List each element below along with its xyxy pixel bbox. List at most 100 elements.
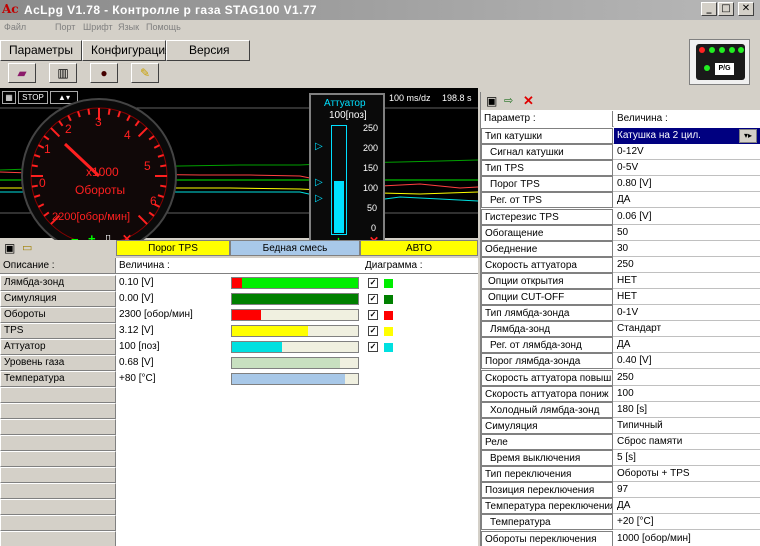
- sensor-value: 3.12 [V]: [116, 323, 230, 339]
- param-row[interactable]: Позиция переключения 97: [481, 482, 760, 499]
- table-row: Уровень газа 0.68 [V]: [0, 355, 478, 371]
- param-name: Обеднение: [481, 240, 613, 257]
- tach-readout: 2200[обор/мин]: [52, 211, 131, 223]
- param-name: Температура переключения: [481, 498, 613, 515]
- param-value: 50: [617, 226, 629, 238]
- sensor-level-bar: [231, 325, 359, 337]
- bar-fill: [232, 358, 341, 368]
- param-row[interactable]: Порог TPS 0.80 [V]: [481, 176, 760, 193]
- menu-language[interactable]: Язык: [118, 22, 139, 32]
- param-value: +20 [°C]: [617, 516, 654, 528]
- param-row[interactable]: Тип TPS 0-5V: [481, 160, 760, 177]
- save-icon[interactable]: ▣: [4, 241, 15, 255]
- param-row[interactable]: Реле Сброс памяти: [481, 433, 760, 450]
- open-folder-icon[interactable]: ▭: [22, 241, 32, 254]
- diagram-checkbox[interactable]: ✓: [368, 342, 378, 352]
- param-row[interactable]: Скорость аттуатора 250: [481, 256, 760, 273]
- diagram-checkbox[interactable]: ✓: [368, 326, 378, 336]
- bar-fill: [232, 342, 283, 352]
- minimize-button[interactable]: _: [701, 2, 717, 16]
- open-icon[interactable]: ⇨: [504, 94, 513, 107]
- actuator-pointer-icon: ▷: [315, 141, 323, 152]
- param-row[interactable]: Гистерезис TPS 0.06 [V]: [481, 208, 760, 225]
- param-row[interactable]: Скорость аттуатора пониж 100: [481, 385, 760, 402]
- param-value: 97: [617, 484, 629, 496]
- param-value: 0.40 [V]: [617, 355, 652, 367]
- param-row[interactable]: Холодный лямбда-зонд 180 [s]: [481, 401, 760, 418]
- sensor-level-bar: [231, 341, 359, 353]
- param-value: 0-5V: [617, 162, 639, 174]
- param-row[interactable]: Тип переключения Обороты + TPS: [481, 466, 760, 483]
- actuator-pointer-icon: ▷: [315, 177, 323, 188]
- wand-button[interactable]: ✎: [131, 63, 159, 83]
- empty-row: [0, 435, 116, 451]
- param-row[interactable]: Рег. от лямбда-зонд ДА: [481, 337, 760, 354]
- param-value: 0.80 [V]: [617, 178, 652, 190]
- sensor-value: 0.10 [V]: [116, 275, 230, 291]
- book-button[interactable]: ▰: [8, 63, 36, 83]
- tach-tick-mark: [160, 164, 167, 168]
- tab-version[interactable]: Версия: [166, 40, 250, 61]
- chip-button[interactable]: ▥: [49, 63, 77, 83]
- param-row[interactable]: Обороты переключения 1000 [обор/мин]: [481, 530, 760, 546]
- menu-font[interactable]: Шрифт: [83, 22, 113, 32]
- series-color-swatch: [384, 295, 393, 304]
- sensor-value: +80 [°C]: [116, 371, 230, 387]
- actuator-tick: 50: [367, 203, 378, 213]
- record-button[interactable]: ●: [90, 63, 118, 83]
- diagram-checkbox[interactable]: ✓: [368, 278, 378, 288]
- diagram-checkbox[interactable]: ✓: [368, 294, 378, 304]
- close-button[interactable]: ✕: [738, 2, 754, 16]
- maximize-button[interactable]: □: [718, 2, 734, 16]
- tach-tick-mark: [107, 108, 111, 115]
- param-row[interactable]: Температура переключения ДА: [481, 498, 760, 515]
- actuator-tick: 250: [363, 123, 379, 133]
- param-row[interactable]: Симуляция Типичный: [481, 417, 760, 434]
- param-row[interactable]: Температура +20 [°C]: [481, 514, 760, 531]
- empty-row: [0, 387, 116, 403]
- param-row[interactable]: Порог лямбда-зонда 0.40 [V]: [481, 353, 760, 370]
- sensor-level-bar: [231, 277, 359, 289]
- menu-file[interactable]: Файл: [4, 22, 26, 32]
- param-row[interactable]: Обогащение 50: [481, 224, 760, 241]
- param-row[interactable]: Лямбда-зонд Стандарт: [481, 321, 760, 338]
- param-row[interactable]: Скорость аттуатора повыш 250: [481, 369, 760, 386]
- delete-icon[interactable]: ✕: [523, 93, 534, 109]
- sensor-level-bar: [231, 357, 359, 369]
- series-color-swatch: [384, 311, 393, 320]
- tab-parameters[interactable]: Параметры: [0, 40, 82, 61]
- diagram-checkbox[interactable]: ✓: [368, 310, 378, 320]
- param-row[interactable]: Время выключения 5 [s]: [481, 450, 760, 466]
- mode-status: АВТО: [360, 240, 478, 256]
- bar-fill: [232, 326, 308, 336]
- tach-tick-6: 6: [150, 194, 157, 208]
- param-row[interactable]: Опции CUT-OFF НЕТ: [481, 289, 760, 305]
- sensor-level-bar: [231, 309, 359, 321]
- led-icon: [738, 47, 744, 53]
- book-icon: ▰: [17, 66, 27, 80]
- param-row[interactable]: Рег. от TPS ДА: [481, 192, 760, 209]
- param-name: Порог TPS: [481, 176, 613, 193]
- param-value: 100: [617, 387, 634, 399]
- tach-tick-mark: [87, 108, 91, 115]
- sensor-name: Уровень газа: [0, 355, 116, 371]
- menu-port[interactable]: Порт: [55, 22, 75, 32]
- save-icon[interactable]: ▣: [486, 94, 497, 108]
- param-row[interactable]: Обеднение 30: [481, 240, 760, 257]
- diagram-header: Диаграмма :: [362, 258, 478, 274]
- param-value: 30: [617, 242, 629, 254]
- param-name: Тип катушки: [481, 128, 613, 144]
- param-row[interactable]: Тип катушки Катушка на 2 цил. ▾▸: [481, 128, 760, 144]
- param-header: Параметр :: [481, 111, 613, 127]
- led-red-icon: [699, 47, 705, 53]
- menu-help[interactable]: Помощь: [146, 22, 181, 32]
- param-row[interactable]: Опции открытия НЕТ: [481, 272, 760, 289]
- param-row[interactable]: Сигнал катушки 0-12V: [481, 144, 760, 161]
- param-name: Рег. от TPS: [481, 192, 613, 209]
- param-row[interactable]: Тип лямбда-зонда 0-1V: [481, 305, 760, 322]
- tab-configuration[interactable]: Конфигурация: [82, 40, 172, 61]
- actuator-tick: 200: [363, 143, 379, 153]
- value-header: Величина :: [116, 258, 362, 274]
- sensor-value: 0.00 [V]: [116, 291, 230, 307]
- dropdown-button[interactable]: ▾▸: [739, 129, 757, 143]
